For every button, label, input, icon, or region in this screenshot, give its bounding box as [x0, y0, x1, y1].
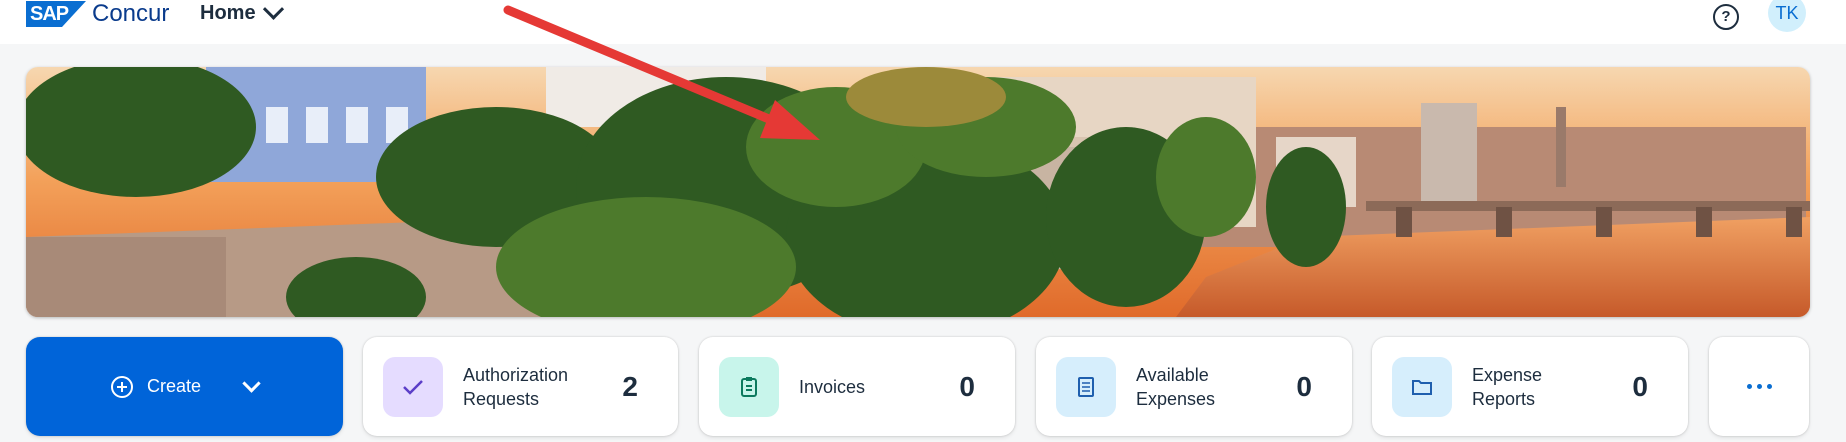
sap-logo: SAP [26, 1, 86, 27]
tile-count: 0 [1296, 370, 1312, 402]
chevron-down-icon [242, 374, 261, 393]
tile-invoices[interactable]: Invoices 0 [699, 337, 1015, 436]
home-menu[interactable]: Home [200, 0, 284, 25]
tile-available-expenses[interactable]: Available Expenses 0 [1036, 337, 1352, 436]
tile-count: 0 [959, 370, 975, 402]
checkmark-icon [383, 356, 443, 417]
create-button[interactable]: Create [26, 337, 343, 436]
tile-label: Expense Reports [1472, 364, 1543, 409]
help-icon[interactable]: ? [1713, 4, 1739, 30]
concur-wordmark: Concur [92, 0, 170, 27]
tile-count: 0 [1632, 370, 1648, 402]
hero-banner-image [26, 67, 1810, 317]
tile-label: Available Expenses [1136, 364, 1216, 409]
user-avatar[interactable]: TK [1768, 0, 1806, 32]
top-bar: SAP Concur Home ? TK [0, 0, 1846, 44]
tile-label: Invoices [799, 376, 866, 397]
chevron-down-icon [262, 0, 284, 20]
tile-label: Authorization Requests [463, 364, 569, 409]
more-button[interactable] [1709, 337, 1809, 436]
more-dots-icon [1746, 384, 1772, 389]
receipt-icon [1056, 356, 1116, 417]
city-river-illustration [26, 67, 1810, 317]
create-label: Create [146, 376, 202, 396]
add-circle-icon [110, 375, 133, 398]
tile-authorization-requests[interactable]: Authorization Requests 2 [363, 337, 678, 436]
tile-count: 2 [622, 370, 638, 402]
tile-expense-reports[interactable]: Expense Reports 0 [1372, 337, 1688, 436]
sap-concur-logo[interactable]: SAP Concur [26, 0, 169, 28]
folder-icon [1392, 356, 1452, 417]
clipboard-icon [719, 356, 779, 417]
home-menu-label: Home [200, 2, 256, 24]
